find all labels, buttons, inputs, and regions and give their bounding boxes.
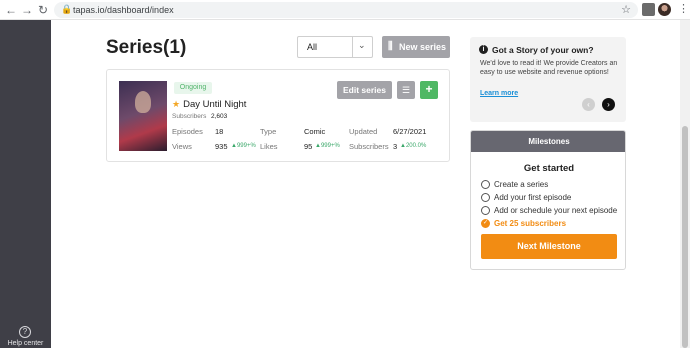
new-series-icon: ⫼ xyxy=(388,41,393,52)
back-icon[interactable]: ← xyxy=(4,3,18,17)
info-icon: i xyxy=(479,45,488,54)
milestones-panel: Milestones Get started Create a series A… xyxy=(470,130,626,270)
series-filter-select[interactable]: All ⌄ xyxy=(297,36,373,58)
add-episode-button[interactable]: + xyxy=(420,81,438,99)
new-series-button[interactable]: ⫼ New series xyxy=(382,36,450,58)
likes-change: ▲999+% xyxy=(315,143,340,149)
series-cover-image[interactable] xyxy=(119,81,167,151)
subscribers-label: Subscribers xyxy=(172,113,207,120)
carousel-prev-button[interactable]: ‹ xyxy=(582,98,595,111)
help-center-label[interactable]: Help center xyxy=(0,340,51,347)
browser-menu-icon[interactable]: ⋮ xyxy=(677,3,690,16)
chevron-down-icon: ⌄ xyxy=(358,40,366,50)
filter-value: All xyxy=(307,42,318,52)
milestone-label: Get 25 subscribers xyxy=(494,219,567,228)
updated-label: Updated xyxy=(349,127,378,136)
carousel-next-button[interactable]: › xyxy=(602,98,615,111)
lock-icon: 🔒 xyxy=(61,4,73,14)
status-badge: Ongoing xyxy=(174,82,212,94)
likes-value: 95 xyxy=(304,142,313,151)
episode-list-button[interactable]: ☰ xyxy=(397,81,415,99)
address-bar[interactable]: 🔒 tapas.io/dashboard/index ☆ xyxy=(54,2,638,18)
chevron-right-icon: › xyxy=(607,100,610,109)
sidebar: ? Help center xyxy=(0,20,51,348)
subscribers-value: 2,603 xyxy=(211,113,228,120)
milestone-item: Add your first episode xyxy=(481,192,621,203)
filter-divider xyxy=(352,37,353,57)
views-label: Views xyxy=(172,142,192,151)
reload-icon[interactable]: ↻ xyxy=(36,3,50,17)
milestone-label: Add your first episode xyxy=(494,193,572,202)
check-circle-icon: ✓ xyxy=(481,219,490,228)
milestone-item: Add or schedule your next episode xyxy=(481,205,621,216)
type-value: Comic xyxy=(304,127,326,136)
views-value: 935 xyxy=(215,142,228,151)
circle-icon xyxy=(481,180,490,189)
list-icon: ☰ xyxy=(401,85,411,95)
edit-series-button[interactable]: Edit series xyxy=(337,81,392,99)
new-series-label: New series xyxy=(399,42,447,52)
help-icon[interactable]: ? xyxy=(19,326,31,338)
series-title-text[interactable]: Day Until Night xyxy=(183,99,246,110)
episodes-label: Episodes xyxy=(172,127,203,136)
milestone-item: Create a series xyxy=(481,179,621,190)
page-title: Series(1) xyxy=(106,37,187,58)
star-icon: ★ xyxy=(172,99,181,109)
milestone-label: Add or schedule your next episode xyxy=(494,206,618,215)
episodes-value: 18 xyxy=(215,127,224,136)
profile-avatar[interactable] xyxy=(658,3,671,16)
subs-change: ▲200.0% xyxy=(400,143,427,149)
milestone-label: Create a series xyxy=(494,180,549,189)
chevron-left-icon: ‹ xyxy=(587,100,590,109)
series-title[interactable]: ★ Day Until Night xyxy=(172,99,246,110)
forward-icon[interactable]: → xyxy=(20,3,34,17)
subs-stat-value: 3 xyxy=(393,142,398,151)
learn-more-link[interactable]: Learn more xyxy=(480,90,518,97)
bookmark-star-icon[interactable]: ☆ xyxy=(621,3,631,16)
browser-toolbar: ← → ↻ 🔒 tapas.io/dashboard/index ☆ ⋮ xyxy=(0,0,690,20)
next-milestone-button[interactable]: Next Milestone xyxy=(481,234,617,259)
url-text[interactable]: tapas.io/dashboard/index xyxy=(73,4,174,16)
series-card: Ongoing ★ Day Until Night Subscribers 2,6… xyxy=(106,69,450,162)
subs-stat-label: Subscribers xyxy=(349,142,389,151)
milestone-item: ✓ Get 25 subscribers xyxy=(481,218,621,229)
circle-icon xyxy=(481,206,490,215)
likes-label: Likes xyxy=(260,142,278,151)
creator-promo-box: i Got a Story of your own? We'd love to … xyxy=(470,37,626,122)
updated-value: 6/27/2021 xyxy=(393,127,427,136)
promo-title: Got a Story of your own? xyxy=(492,45,594,55)
milestones-subtitle: Get started xyxy=(523,163,575,174)
promo-body: We'd love to read it! We provide Creator… xyxy=(480,60,618,76)
views-change: ▲999+% xyxy=(231,143,256,149)
type-label: Type xyxy=(260,127,277,136)
circle-icon xyxy=(481,193,490,202)
milestones-header: Milestones xyxy=(471,131,625,152)
plus-icon: + xyxy=(425,82,433,96)
scrollbar-thumb[interactable] xyxy=(682,126,688,348)
extensions-icon[interactable] xyxy=(642,3,655,16)
